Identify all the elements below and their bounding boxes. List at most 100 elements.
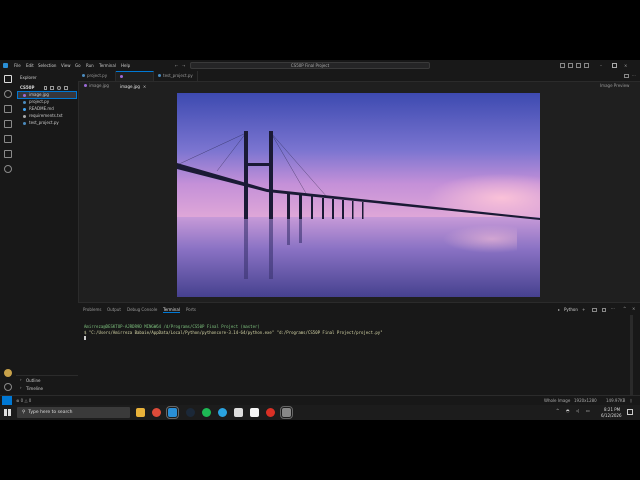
panel-toggle-icon[interactable]: [568, 63, 573, 68]
python-file-icon: [23, 100, 26, 104]
search-icon[interactable]: [4, 90, 12, 98]
minimize-icon[interactable]: –: [600, 60, 602, 71]
close-panel-icon[interactable]: ×: [632, 306, 635, 311]
spotify-icon[interactable]: [202, 408, 211, 417]
taskbar-date[interactable]: 6/12/2026: [601, 413, 622, 418]
account-avatar-icon[interactable]: [4, 369, 12, 377]
record-icon[interactable]: [266, 408, 275, 417]
python-file-icon: [158, 74, 161, 77]
close-tab-icon[interactable]: ×: [143, 84, 146, 89]
collapse-icon[interactable]: [64, 86, 68, 90]
terminal-taskbar-icon[interactable]: [280, 406, 293, 419]
search-icon: ⚲: [22, 410, 26, 415]
file-project-py[interactable]: project.py: [18, 99, 76, 105]
maximize-icon[interactable]: [612, 63, 617, 68]
volume-icon[interactable]: ◁: [576, 408, 579, 413]
menu-selection[interactable]: Selection: [38, 60, 56, 71]
chevron-right-icon: ›: [20, 385, 22, 390]
file-explorer-icon[interactable]: [136, 408, 145, 417]
image-preview[interactable]: [177, 93, 540, 297]
image-preview-label: Image Preview: [600, 83, 630, 88]
file-label: requirements.txt: [29, 113, 63, 118]
sidebar-toggle-icon[interactable]: [576, 63, 581, 68]
terminal-cursor: [84, 336, 86, 340]
maximize-panel-icon[interactable]: ^: [623, 306, 626, 311]
file-label: README.md: [29, 106, 54, 111]
image-file-icon: [23, 93, 26, 97]
file-label: project.py: [29, 99, 50, 104]
python-file-icon: [82, 74, 85, 77]
close-icon[interactable]: ×: [624, 60, 627, 71]
steam-icon[interactable]: [186, 408, 195, 417]
split-terminal-icon[interactable]: [592, 308, 597, 312]
tab-label: image.jpg: [120, 84, 140, 89]
more-actions-icon[interactable]: ···: [632, 71, 636, 81]
notification-center-icon[interactable]: [627, 409, 633, 415]
forward-arrow-icon[interactable]: →: [182, 60, 185, 71]
tab-output[interactable]: Output: [107, 307, 121, 312]
menu-edit[interactable]: Edit: [26, 60, 34, 71]
customize-layout-icon[interactable]: [584, 63, 589, 68]
terminal-scrollbar[interactable]: [630, 315, 633, 395]
outline-section[interactable]: Outline: [26, 378, 40, 383]
tab-terminal[interactable]: Terminal: [163, 307, 180, 313]
command-center-search[interactable]: CS50P Final Project: [190, 62, 430, 69]
network-icon[interactable]: ◓: [566, 408, 570, 413]
extensions-icon[interactable]: [4, 135, 12, 143]
refresh-icon[interactable]: [57, 86, 61, 90]
terminal-python-icon: ▸: [558, 307, 561, 312]
taskbar-time[interactable]: 8:21 PM: [604, 407, 620, 412]
explorer-icon[interactable]: [4, 75, 12, 83]
back-arrow-icon[interactable]: ←: [175, 60, 178, 71]
breadcrumb[interactable]: image.jpg: [84, 83, 109, 88]
menu-file[interactable]: File: [14, 60, 21, 71]
more-actions-icon[interactable]: ···: [611, 306, 615, 311]
layout-toggle-icon[interactable]: [560, 63, 565, 68]
folder-name[interactable]: CS50P: [20, 85, 34, 90]
new-folder-icon[interactable]: [50, 86, 54, 90]
app-icon[interactable]: [234, 408, 243, 417]
menu-go[interactable]: Go: [75, 60, 81, 71]
vscode-taskbar-icon[interactable]: [166, 406, 179, 419]
taskbar-search-placeholder: Type here to search: [28, 410, 73, 415]
chrome-icon[interactable]: [152, 408, 161, 417]
tab-problems[interactable]: Problems: [83, 307, 101, 312]
image-file-icon: [84, 84, 87, 87]
tab-test-project-py[interactable]: test_project.py: [154, 71, 198, 81]
menu-run[interactable]: Run: [86, 60, 94, 71]
split-editor-icon[interactable]: [624, 74, 629, 78]
menu-help[interactable]: Help: [121, 60, 130, 71]
manage-gear-icon[interactable]: [4, 383, 12, 391]
explorer-sidebar: Explorer CS50P image.jpg project.py READ…: [16, 71, 79, 395]
file-test-project-py[interactable]: test_project.py: [18, 120, 76, 126]
testing-icon[interactable]: [4, 150, 12, 158]
kill-terminal-icon[interactable]: [602, 308, 606, 312]
windows-start-icon[interactable]: [4, 409, 11, 416]
explorer-header: Explorer: [20, 75, 37, 80]
new-terminal-icon[interactable]: +: [582, 307, 585, 312]
run-debug-icon[interactable]: [4, 120, 12, 128]
tab-debug-console[interactable]: Debug Console: [127, 307, 157, 312]
language-icon[interactable]: ▭: [586, 408, 590, 413]
tray-chevron-icon[interactable]: ^: [556, 408, 559, 413]
tab-project-py[interactable]: project.py: [78, 71, 116, 81]
tab-ports[interactable]: Ports: [186, 307, 196, 312]
image-file-icon: [120, 75, 123, 78]
terminal-shell-label[interactable]: Python: [564, 307, 578, 312]
taskbar-search-box[interactable]: ⚲ Type here to search: [17, 407, 130, 418]
menu-view[interactable]: View: [61, 60, 71, 71]
menu-terminal[interactable]: Terminal: [99, 60, 116, 71]
python-file-icon: [23, 121, 26, 125]
tab-label: project.py: [87, 73, 108, 78]
bottom-panel: Problems Output Debug Console Terminal P…: [78, 302, 640, 396]
file-image-jpg[interactable]: image.jpg: [17, 91, 77, 99]
source-control-icon[interactable]: [4, 105, 12, 113]
file-readme-md[interactable]: README.md: [18, 106, 76, 112]
media-icon[interactable]: [250, 408, 259, 417]
telegram-icon[interactable]: [218, 408, 227, 417]
new-file-icon[interactable]: [44, 86, 47, 90]
file-requirements-txt[interactable]: requirements.txt: [18, 113, 76, 119]
python-icon[interactable]: [4, 165, 12, 173]
timeline-section[interactable]: Timeline: [26, 386, 43, 391]
tab-image-jpg[interactable]: image.jpg ×: [116, 71, 154, 89]
